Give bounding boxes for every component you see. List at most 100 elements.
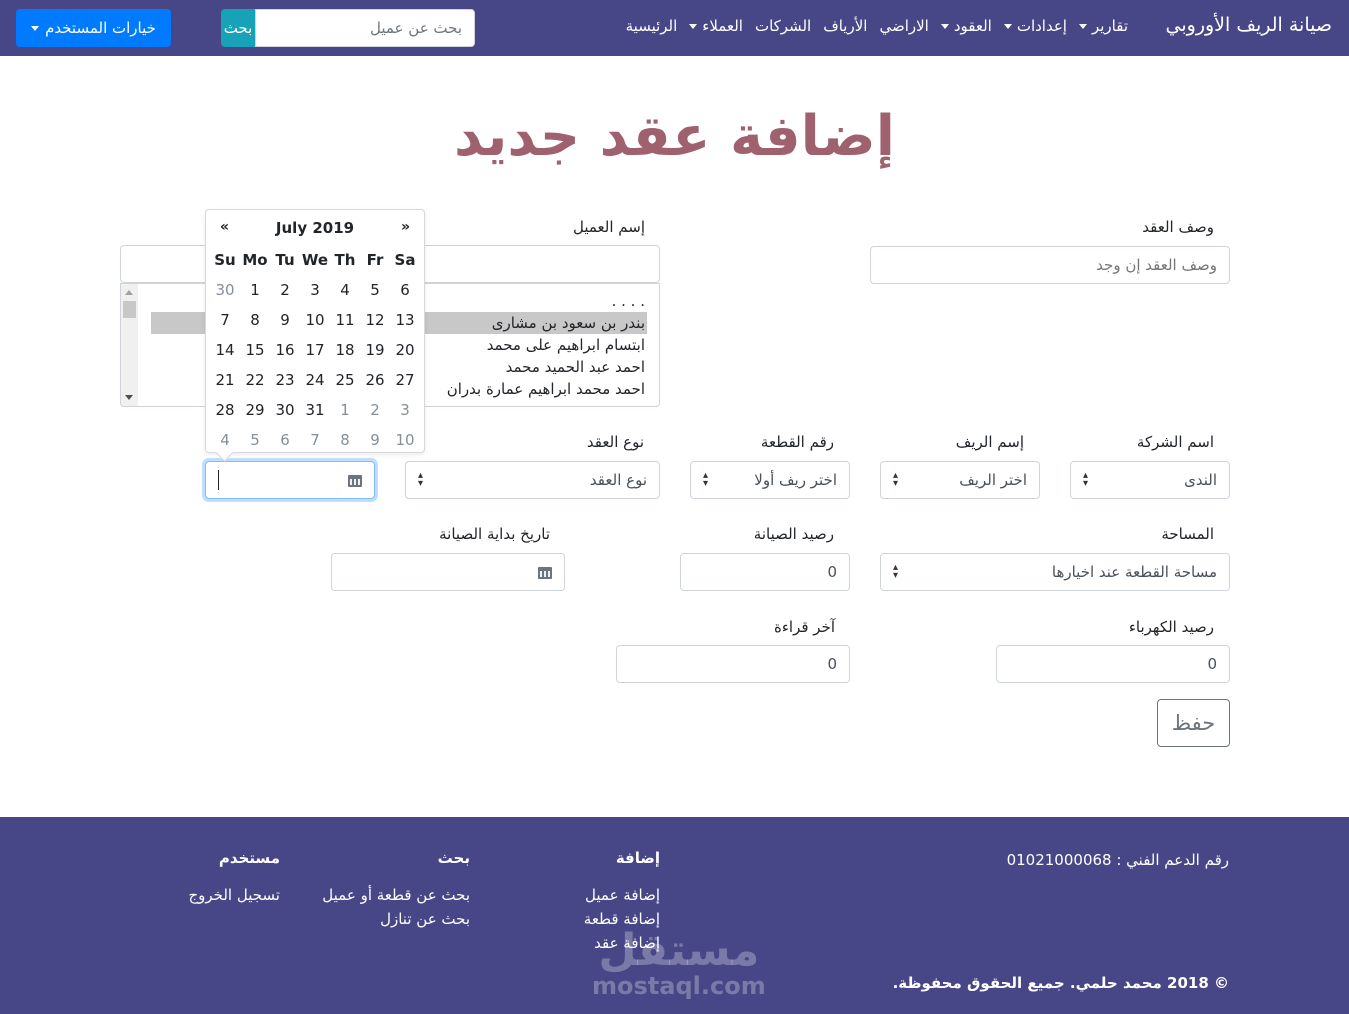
calendar-day[interactable]: 27 bbox=[390, 365, 420, 395]
calendar-day[interactable]: 9 bbox=[270, 305, 300, 335]
select-arrows-icon: ▴ ▾ bbox=[893, 562, 899, 581]
nav-item-clients[interactable]: العملاء bbox=[683, 17, 749, 35]
scroll-thumb[interactable] bbox=[123, 301, 136, 318]
caret-down-icon bbox=[940, 23, 949, 29]
calendar-day[interactable]: 10 bbox=[300, 305, 330, 335]
next-month-button[interactable]: » bbox=[401, 219, 410, 235]
calendar-day[interactable]: 30 bbox=[270, 395, 300, 425]
calendar-day-other-month[interactable]: 9 bbox=[360, 425, 390, 455]
calendar-day[interactable]: 7 bbox=[210, 305, 240, 335]
scrollbar[interactable] bbox=[121, 284, 138, 406]
calendar-day[interactable]: 22 bbox=[240, 365, 270, 395]
calendar-day[interactable]: 26 bbox=[360, 365, 390, 395]
user-options-button[interactable]: خيارات المستخدم bbox=[16, 9, 171, 47]
footer-heading-user: مستخدم bbox=[218, 849, 280, 867]
client-search-input[interactable] bbox=[255, 9, 475, 47]
scroll-up-icon[interactable] bbox=[125, 290, 133, 295]
footer-link-search-plot-client[interactable]: بحث عن قطعة أو عميل bbox=[322, 886, 470, 904]
calendar-day[interactable]: 4 bbox=[330, 275, 360, 305]
calendar-day[interactable]: 31 bbox=[300, 395, 330, 425]
calendar-day[interactable]: 17 bbox=[300, 335, 330, 365]
caret-down-icon bbox=[689, 23, 698, 29]
calendar-day[interactable]: 3 bbox=[300, 275, 330, 305]
calendar-day-other-month[interactable]: 5 bbox=[240, 425, 270, 455]
save-button[interactable]: حفظ bbox=[1157, 699, 1230, 747]
calendar-icon[interactable] bbox=[348, 473, 362, 487]
watermark-latin: mostaql.com bbox=[592, 972, 766, 1000]
calendar-day[interactable]: 23 bbox=[270, 365, 300, 395]
calendar-day[interactable]: 29 bbox=[240, 395, 270, 425]
weekday-header: We bbox=[301, 251, 329, 269]
scroll-down-icon[interactable] bbox=[125, 395, 133, 400]
nav-item-home[interactable]: الرئيسية bbox=[620, 17, 684, 35]
calendar-day[interactable]: 6 bbox=[390, 275, 420, 305]
calendar-day[interactable]: 19 bbox=[360, 335, 390, 365]
last-reading-label: آخر قراءة bbox=[773, 618, 835, 636]
calendar-day-other-month[interactable]: 8 bbox=[330, 425, 360, 455]
calendar-day-other-month[interactable]: 3 bbox=[390, 395, 420, 425]
calendar-day[interactable]: 2 bbox=[270, 275, 300, 305]
calendar-day[interactable]: 1 bbox=[240, 275, 270, 305]
calendar-day[interactable]: 24 bbox=[300, 365, 330, 395]
maintenance-balance-value: 0 bbox=[827, 563, 837, 581]
calendar-day[interactable]: 12 bbox=[360, 305, 390, 335]
calendar-day[interactable]: 18 bbox=[330, 335, 360, 365]
company-select-value: الندى bbox=[1184, 471, 1217, 489]
weekday-header: Sa bbox=[394, 251, 416, 269]
contract-date-input[interactable] bbox=[205, 461, 375, 499]
contract-description-input[interactable] bbox=[870, 246, 1230, 284]
maintenance-start-date-input[interactable] bbox=[331, 553, 565, 591]
calendar-day[interactable]: 14 bbox=[210, 335, 240, 365]
calendar-day[interactable]: 21 bbox=[210, 365, 240, 395]
calendar-day-other-month[interactable]: 2 bbox=[360, 395, 390, 425]
calendar-day-other-month[interactable]: 6 bbox=[270, 425, 300, 455]
calendar-day-other-month[interactable]: 30 bbox=[210, 275, 240, 305]
calendar-day[interactable]: 28 bbox=[210, 395, 240, 425]
search-button[interactable]: بحث bbox=[221, 9, 255, 47]
footer-link-logout[interactable]: تسجيل الخروج bbox=[188, 886, 280, 904]
calendar-day[interactable]: 15 bbox=[240, 335, 270, 365]
footer-link-search-transfer[interactable]: بحث عن تنازل bbox=[380, 910, 470, 928]
nav-item-contracts[interactable]: العقود bbox=[935, 17, 998, 35]
calendar-icon[interactable] bbox=[538, 565, 552, 579]
footer-link-add-client[interactable]: إضافة عميل bbox=[585, 886, 660, 904]
nav-label: الاراضي bbox=[879, 17, 929, 35]
calendar-day[interactable]: 25 bbox=[330, 365, 360, 395]
calendar-day-other-month[interactable]: 7 bbox=[300, 425, 330, 455]
contract-type-select[interactable]: نوع العقد ▴ ▾ bbox=[405, 461, 660, 499]
nav-item-lands[interactable]: الاراضي bbox=[873, 17, 934, 35]
last-reading-input[interactable]: 0 bbox=[616, 645, 850, 683]
datepicker-popup: « July 2019 » Su Mo Tu We Th Fr Sa 30 1 2 3 4 5 6 7 8 9 1… bbox=[205, 209, 425, 453]
calendar-day-other-month[interactable]: 10 bbox=[390, 425, 420, 455]
nav-label: الشركات bbox=[754, 17, 812, 35]
area-select[interactable]: مساحة القطعة عند اخيارها ▴ ▾ bbox=[880, 553, 1230, 591]
calendar-day[interactable]: 16 bbox=[270, 335, 300, 365]
contract-type-select-value: نوع العقد bbox=[589, 471, 647, 489]
calendar-day[interactable]: 20 bbox=[390, 335, 420, 365]
calendar-day-other-month[interactable]: 1 bbox=[330, 395, 360, 425]
calendar-day[interactable]: 11 bbox=[330, 305, 360, 335]
maintenance-balance-input[interactable]: 0 bbox=[680, 553, 850, 591]
month-title[interactable]: July 2019 bbox=[206, 219, 424, 237]
nav-item-companies[interactable]: الشركات bbox=[749, 17, 817, 35]
calendar-day[interactable]: 8 bbox=[240, 305, 270, 335]
countryside-select[interactable]: اختر الريف ▴ ▾ bbox=[880, 461, 1040, 499]
company-select[interactable]: الندى ▴ ▾ bbox=[1070, 461, 1230, 499]
nav-item-reports[interactable]: تقارير bbox=[1073, 17, 1134, 35]
electricity-balance-input[interactable]: 0 bbox=[996, 645, 1230, 683]
maintenance-balance-label: رصيد الصيانة bbox=[753, 525, 834, 543]
calendar-day[interactable]: 13 bbox=[390, 305, 420, 335]
weekday-header: Th bbox=[334, 251, 356, 269]
plot-number-select[interactable]: اختر ريف أولا ▴ ▾ bbox=[690, 461, 850, 499]
copyright: © 2018 محمد حلمي. جميع الحقوق محفوظة. bbox=[892, 974, 1229, 992]
navbar: صيانة الريف الأوروبي الرئيسية العملاء ال… bbox=[0, 0, 1349, 56]
brand-logo[interactable]: صيانة الريف الأوروبي bbox=[1166, 14, 1332, 36]
calendar-day[interactable]: 5 bbox=[360, 275, 390, 305]
page-title: إضافة عقد جديد bbox=[454, 104, 895, 169]
select-arrows-icon: ▴ ▾ bbox=[703, 470, 709, 489]
nav-item-countrysides[interactable]: الأرياف bbox=[817, 17, 873, 35]
nav-item-settings[interactable]: إعدادات bbox=[998, 17, 1073, 35]
last-reading-value: 0 bbox=[827, 655, 837, 673]
watermark-arabic: مستقل bbox=[598, 925, 760, 976]
calendar-day-other-month[interactable]: 4 bbox=[210, 425, 240, 455]
